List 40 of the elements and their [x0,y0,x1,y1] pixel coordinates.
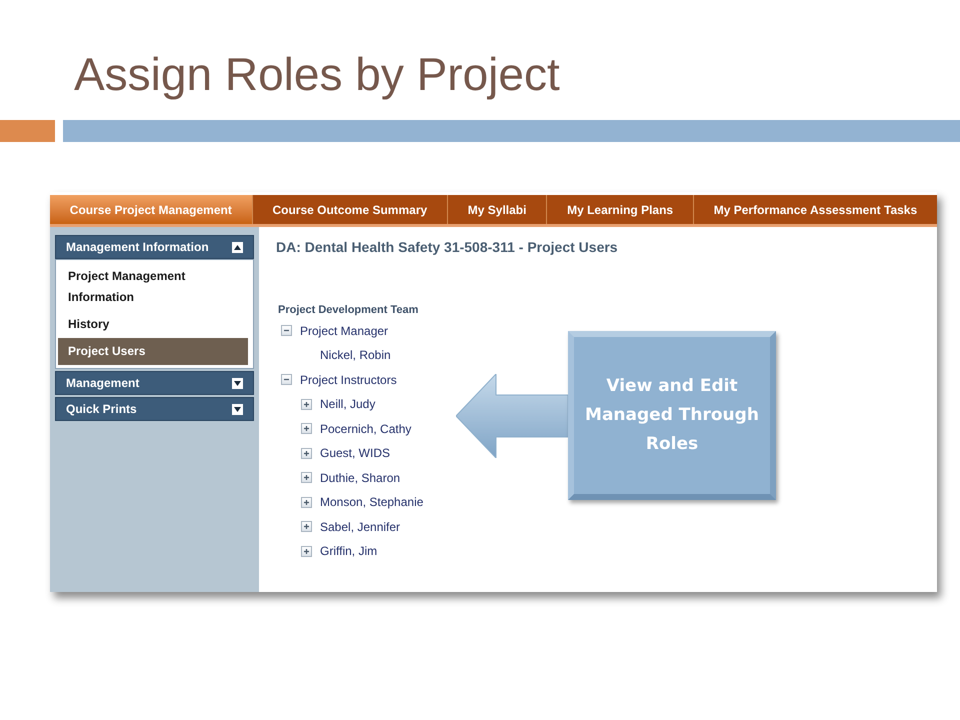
collapse-icon[interactable] [281,374,292,386]
expand-icon[interactable] [301,398,312,410]
expand-icon[interactable] [232,404,243,414]
tree-item[interactable]: Duthie, Sharon [320,468,400,487]
expand-icon[interactable] [301,472,312,484]
tree-item[interactable]: Monson, Stephanie [320,493,424,512]
expand-icon[interactable] [301,423,312,434]
sidebar-section-header[interactable]: Management Information [55,235,254,259]
section-label: Quick Prints [66,401,137,418]
section-label: Management Information [66,239,209,256]
tree-item[interactable]: Project Instructors [300,370,397,389]
collapse-icon[interactable] [281,325,292,336]
sidebar-item[interactable]: Project Users [58,338,248,365]
tree-item[interactable]: Neill, Judy [320,395,376,414]
expand-icon[interactable] [301,496,312,508]
page-heading: DA: Dental Health Safety 31-508-311 - Project Users [276,238,619,257]
slide-title: Assign Roles by Project [73,47,561,102]
expand-icon[interactable] [301,546,312,557]
accent-bar [0,120,55,142]
nav-tab[interactable]: Course Outcome Summary [252,195,447,224]
tree-item[interactable]: Griffin, Jim [320,542,378,560]
expand-icon[interactable] [232,378,243,388]
tree-item[interactable]: Sabel, Jennifer [320,518,400,536]
callout-text: View and Edit Managed Through Roles [584,375,760,456]
tree-item[interactable]: Nickel, Robin [320,346,391,364]
tree-item[interactable]: Pocernich, Cathy [320,420,412,438]
nav-tab[interactable]: My Learning Plans [546,195,693,224]
nav-tab[interactable]: My Performance Assessment Tasks [692,195,937,224]
collapse-icon[interactable] [232,242,243,252]
team-label: Project Development Team [277,303,420,318]
tree-item[interactable]: Project Manager [300,322,388,340]
nav-tab[interactable]: My Syllabi [446,195,546,224]
section-label: Management [66,375,140,392]
sidebar-item[interactable]: History [58,311,248,338]
sidebar-item[interactable]: Project Management Information [58,263,248,311]
sidebar-section-header[interactable]: Quick Prints [55,397,254,421]
expand-icon[interactable] [301,448,312,459]
tree-item[interactable]: Guest, WIDS [320,444,390,462]
sidebar-section-header[interactable]: Management [55,371,254,395]
expand-icon[interactable] [301,521,312,532]
